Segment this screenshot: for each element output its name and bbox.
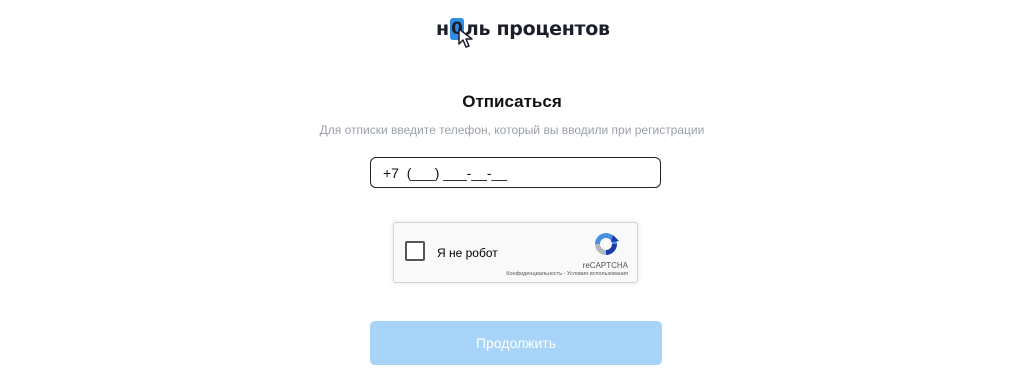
brand-logo[interactable]: н 0 ль процентов <box>436 14 610 48</box>
recaptcha-widget: Я не робот reCAPTCHA Конфиденциальность … <box>393 222 638 283</box>
logo-text-suffix: ль процентов <box>464 18 610 40</box>
recaptcha-logo-icon <box>595 233 619 255</box>
terms-link[interactable]: Условия использования <box>567 271 628 277</box>
logo-text-prefix: н <box>436 18 449 40</box>
privacy-link[interactable]: Конфиденциальность <box>506 271 562 277</box>
continue-button[interactable]: Продолжить <box>370 321 662 365</box>
recaptcha-label: Я не робот <box>437 246 498 260</box>
page-title: Отписаться <box>462 92 562 111</box>
cursor-icon <box>458 28 473 48</box>
recaptcha-brand: reCAPTCHA <box>582 261 628 270</box>
unsubscribe-page: н 0 ль процентов Отписаться Для отписки … <box>0 0 1024 392</box>
recaptcha-checkbox[interactable] <box>405 241 425 261</box>
phone-input[interactable] <box>370 157 661 188</box>
recaptcha-links: Конфиденциальность - Условия использован… <box>506 271 628 277</box>
logo-highlight: 0 <box>449 18 473 48</box>
page-subtitle: Для отписки введите телефон, который вы … <box>319 123 705 137</box>
